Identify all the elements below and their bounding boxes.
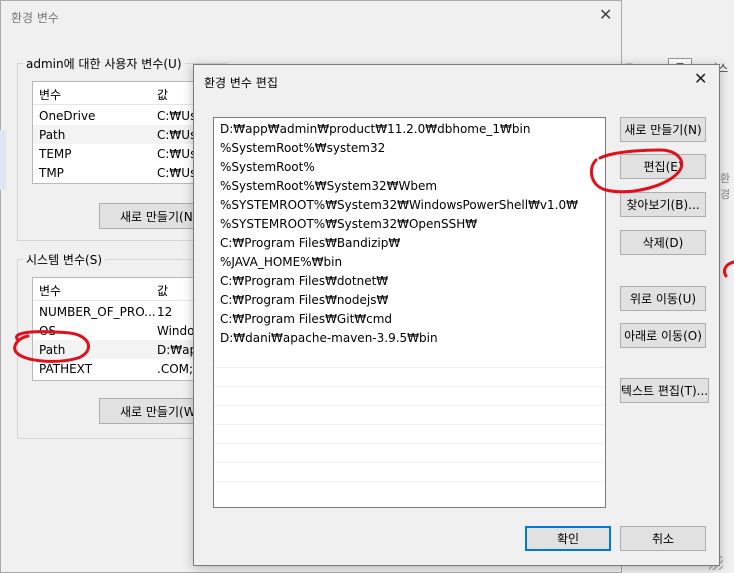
list-item[interactable]: TEMP C:₩Use (33, 144, 201, 163)
system-variables-list[interactable]: 변수 값 NUMBER_OF_PRO... 12 OS Window Path … (32, 277, 202, 381)
variable-name: Path (39, 343, 66, 357)
path-entry[interactable]: C:₩Program Files₩nodejs₩ (220, 291, 388, 310)
column-header-value[interactable]: 값 (157, 282, 168, 299)
variable-value: 12 (157, 305, 173, 319)
edit-text-button[interactable]: 텍스트 편집(T)... (620, 378, 709, 403)
row-divider (214, 367, 605, 368)
path-entry[interactable]: C:₩Program Files₩Git₩cmd (220, 310, 392, 329)
path-entry[interactable]: D:₩dani₩apache-maven-3.9.5₩bin (220, 329, 438, 348)
variable-name: OneDrive (39, 109, 96, 123)
path-entry[interactable]: C:₩Program Files₩Bandizip₩ (220, 234, 400, 253)
user-new-button[interactable]: 새로 만들기(N) (99, 203, 199, 229)
column-header-variable[interactable]: 변수 (39, 282, 61, 299)
row-divider (214, 386, 605, 387)
annotation-mark-right (722, 260, 734, 278)
close-icon[interactable]: ✕ (599, 5, 612, 24)
path-entry[interactable]: %SYSTEMROOT%₩System32₩OpenSSH₩ (220, 215, 477, 234)
path-entry[interactable]: %JAVA_HOME%₩bin (220, 253, 342, 272)
path-entry[interactable]: %SystemRoot%₩System32₩Wbem (220, 177, 437, 196)
edit-button[interactable]: 편집(E) (620, 154, 706, 179)
row-divider (214, 443, 605, 444)
close-icon[interactable]: ✕ (694, 69, 707, 88)
path-entry[interactable]: %SystemRoot% (220, 158, 315, 177)
path-entry[interactable]: D:₩app₩admin₩product₩11.2.0₩dbhome_1₩bin (220, 120, 530, 139)
column-header-value[interactable]: 값 (157, 86, 168, 103)
delete-button[interactable]: 삭제(D) (620, 230, 706, 255)
peek-text: 환경 (720, 172, 731, 201)
move-down-button[interactable]: 아래로 이동(O) (620, 323, 706, 348)
path-entry[interactable]: C:₩Program Files₩dotnet₩ (220, 272, 388, 291)
browse-button[interactable]: 찾아보기(B)... (620, 192, 706, 217)
path-entries-list[interactable]: D:₩app₩admin₩product₩11.2.0₩dbhome_1₩bin… (213, 117, 606, 508)
row-divider (214, 405, 605, 406)
variable-name: PATHEXT (39, 362, 93, 376)
list-item[interactable]: NUMBER_OF_PRO... 12 (33, 302, 201, 321)
list-item-path[interactable]: Path D:₩app (33, 340, 201, 359)
ok-button[interactable]: 확인 (525, 526, 611, 551)
variable-name: TEMP (39, 147, 72, 161)
row-divider (214, 424, 605, 425)
path-entry[interactable]: %SYSTEMROOT%₩System32₩WindowsPowerShell₩… (220, 196, 578, 215)
list-item[interactable]: OS Window (33, 321, 201, 340)
user-variables-list[interactable]: 변수 값 OneDrive C:₩Use Path C:₩Use TEMP C:… (32, 81, 202, 184)
user-variables-label: admin에 대한 사용자 변수(U) (23, 55, 185, 72)
new-button[interactable]: 새로 만들기(N) (620, 117, 706, 142)
path-entry[interactable]: %SystemRoot%₩system32 (220, 139, 385, 158)
move-up-button[interactable]: 위로 이동(U) (620, 286, 706, 311)
column-header-variable[interactable]: 변수 (39, 86, 61, 103)
row-divider (214, 481, 605, 482)
list-header: 변수 값 (33, 278, 201, 301)
list-item[interactable]: OneDrive C:₩Use (33, 106, 201, 125)
cancel-button[interactable]: 취소 (620, 526, 706, 551)
dialog-title: 환경 변수 편집 (204, 76, 278, 90)
system-variables-label: 시스템 변수(S) (23, 251, 105, 268)
list-item[interactable]: Path C:₩Use (33, 125, 201, 144)
variable-name: NUMBER_OF_PRO... (39, 305, 156, 319)
list-item[interactable]: TMP C:₩Use (33, 163, 201, 182)
edit-environment-variable-dialog: 환경 변수 편집 ✕ D:₩app₩admin₩product₩11.2.0₩d… (193, 64, 720, 566)
variable-name: OS (39, 324, 57, 338)
variable-name: TMP (39, 166, 64, 180)
row-divider (214, 462, 605, 463)
system-new-button[interactable]: 새로 만들기(W (99, 398, 199, 424)
list-item[interactable]: PATHEXT .COM;.I (33, 359, 201, 378)
left-edge-strip (0, 130, 6, 190)
window-title: 환경 변수 (11, 11, 59, 25)
variable-name: Path (39, 128, 66, 142)
list-header: 변수 값 (33, 82, 201, 105)
